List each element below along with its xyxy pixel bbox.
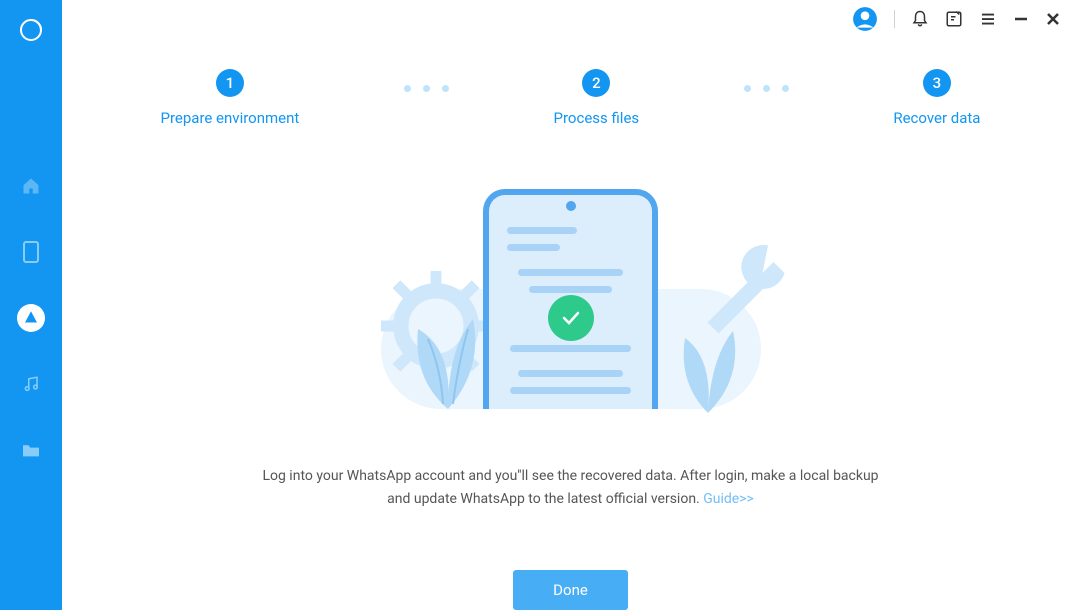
menu-icon[interactable] xyxy=(979,10,997,28)
done-button[interactable]: Done xyxy=(513,570,628,610)
sidebar-item-folder[interactable] xyxy=(17,436,45,464)
feedback-icon[interactable] xyxy=(945,10,963,28)
success-illustration xyxy=(361,179,781,409)
step-2: 2 Process files xyxy=(554,69,640,127)
step-dots xyxy=(404,85,449,92)
step-label: Process files xyxy=(554,109,640,127)
step-dots xyxy=(744,85,789,92)
content-area: 1 Prepare environment 2 Process files 3 … xyxy=(62,37,1079,610)
step-3: 3 Recover data xyxy=(893,69,980,127)
progress-steps: 1 Prepare environment 2 Process files 3 … xyxy=(161,69,981,127)
sidebar-item-home[interactable] xyxy=(17,172,45,200)
step-label: Recover data xyxy=(893,109,980,127)
account-icon[interactable] xyxy=(852,6,878,32)
step-number: 3 xyxy=(923,69,951,97)
step-number: 2 xyxy=(582,69,610,97)
titlebar-divider xyxy=(894,10,895,28)
sidebar-item-phone[interactable] xyxy=(17,238,45,266)
app-logo-icon xyxy=(19,18,43,42)
minimize-button[interactable] xyxy=(1013,11,1029,27)
sidebar-nav xyxy=(17,172,45,464)
step-label: Prepare environment xyxy=(161,109,300,127)
sidebar-item-cloud[interactable] xyxy=(17,304,45,332)
phone-illustration-icon xyxy=(483,189,658,409)
instruction-body: Log into your WhatsApp account and you''… xyxy=(262,468,878,506)
leaf-icon xyxy=(403,309,493,409)
bell-icon[interactable] xyxy=(911,10,929,28)
sidebar-item-music[interactable] xyxy=(17,370,45,398)
sidebar xyxy=(0,0,62,610)
instruction-text: Log into your WhatsApp account and you''… xyxy=(251,465,891,510)
step-number: 1 xyxy=(216,69,244,97)
guide-link[interactable]: Guide>> xyxy=(703,491,754,507)
titlebar xyxy=(62,0,1079,37)
checkmark-icon xyxy=(548,295,594,341)
close-button[interactable] xyxy=(1045,11,1061,27)
main-content: 1 Prepare environment 2 Process files 3 … xyxy=(62,0,1079,610)
leaf-icon xyxy=(673,323,753,413)
step-1: 1 Prepare environment xyxy=(161,69,300,127)
